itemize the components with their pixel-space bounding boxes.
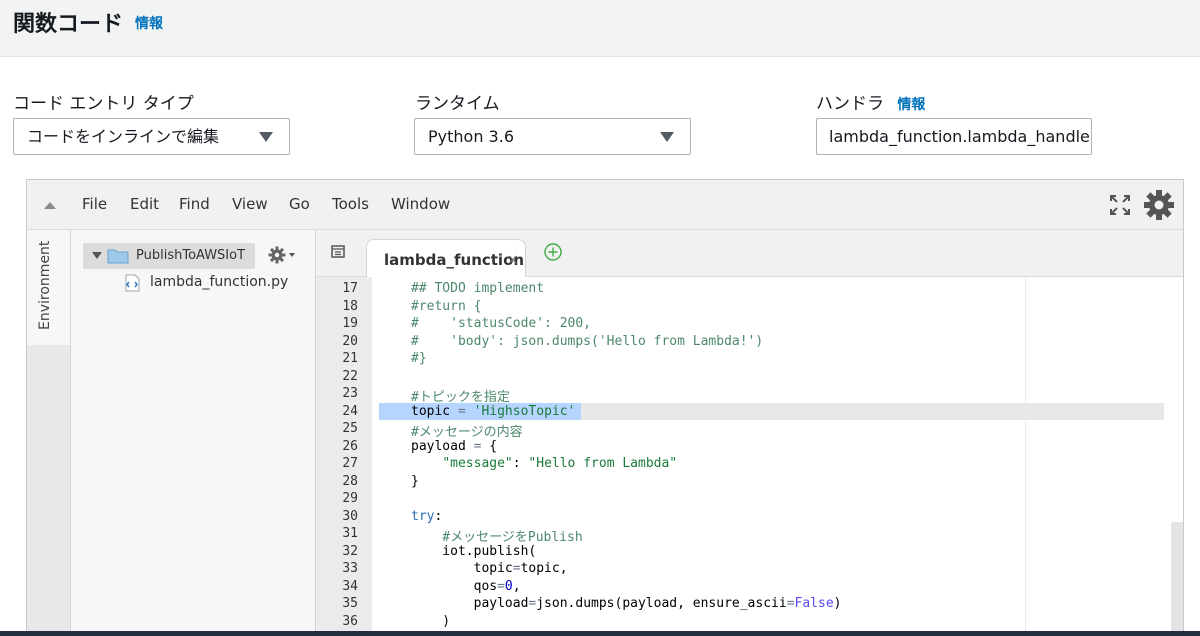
handler-input[interactable] — [816, 118, 1092, 155]
environment-tab[interactable]: Environment — [27, 230, 71, 345]
line-number: 36 — [342, 613, 358, 629]
handler-info-link[interactable]: 情報 — [897, 97, 925, 113]
line-number: 34 — [342, 578, 358, 594]
editor-area: lambda_function × 17 18 19 20 21 22 23 24 25 26 27… — [316, 230, 1183, 636]
handler-label-text: ハンドラ — [816, 94, 884, 114]
editor-tab-label: lambda_function — [384, 251, 525, 269]
menu-file[interactable]: File — [82, 195, 107, 213]
code-line[interactable]: topic = 'HighsoTopic' — [411, 404, 575, 419]
gear-icon[interactable] — [1143, 189, 1175, 221]
add-tab-icon[interactable] — [543, 242, 563, 262]
code-line[interactable]: # 'body': json.dumps('Hello from Lambda!… — [411, 334, 763, 349]
tree-root-label: PublishToAWSIoT — [136, 248, 246, 263]
tree-settings-gear-icon[interactable] — [268, 246, 286, 264]
line-number: 20 — [342, 333, 358, 349]
line-number: 32 — [342, 543, 358, 559]
code-line[interactable]: "message": "Hello from Lambda" — [411, 456, 677, 471]
code-line[interactable]: payload=json.dumps(payload, ensure_ascii… — [411, 596, 842, 611]
tab-close-icon[interactable]: × — [507, 252, 519, 268]
menu-view[interactable]: View — [232, 195, 268, 213]
editor-tab-lambda-function[interactable]: lambda_function × — [366, 239, 526, 278]
code-line[interactable]: # 'statusCode': 200, — [411, 316, 591, 331]
python-file-icon — [125, 274, 140, 292]
editor-tabbar: lambda_function × — [316, 230, 1183, 278]
code-line[interactable]: } — [411, 474, 419, 489]
section-header: 関数コード 情報 — [0, 0, 1200, 57]
code-entry-label: コード エントリ タイプ — [13, 94, 194, 114]
code-entry-value: コードをインラインで編集 — [27, 127, 220, 146]
runtime-value: Python 3.6 — [428, 127, 514, 146]
code-line[interactable]: ) — [411, 614, 450, 629]
line-number: 31 — [342, 526, 358, 541]
line-number: 28 — [342, 473, 358, 489]
code-line[interactable]: ## TODO implement — [411, 281, 544, 296]
bottom-bar — [0, 631, 1200, 636]
menu-tools[interactable]: Tools — [332, 195, 369, 213]
line-number: 22 — [342, 368, 358, 384]
line-number: 23 — [342, 386, 358, 401]
line-number: 30 — [342, 508, 358, 524]
menu-go[interactable]: Go — [289, 195, 310, 213]
line-number: 33 — [342, 561, 358, 576]
code-line[interactable]: #return { — [411, 299, 481, 314]
line-number: 26 — [342, 438, 358, 454]
page-title: 関数コード — [13, 12, 124, 37]
line-number: 24 — [342, 403, 358, 419]
tab-list-icon[interactable] — [330, 244, 346, 260]
file-tree: PublishToAWSIoT lambda_function.py — [71, 230, 316, 636]
line-number: 27 — [342, 456, 358, 471]
code-line[interactable]: qos=0, — [411, 579, 521, 594]
line-number: 21 — [342, 351, 358, 366]
fullscreen-icon[interactable] — [1109, 194, 1131, 216]
code-line[interactable]: #} — [411, 351, 427, 366]
cloud9-editor: File Edit Find View Go Tools Window Envi — [26, 179, 1184, 636]
menu-window[interactable]: Window — [391, 195, 450, 213]
line-number-gutter: 17 18 19 20 21 22 23 24 25 26 27 28 29 30 31 32 33 34 35 36 — [316, 277, 372, 636]
code-line[interactable]: iot.publish( — [411, 544, 536, 559]
code-line[interactable]: #メッセージの内容 — [411, 421, 523, 440]
print-margin — [1025, 277, 1026, 636]
dropdown-arrow-icon — [259, 132, 273, 142]
line-number: 17 — [342, 281, 358, 296]
dropdown-arrow-icon — [660, 132, 674, 142]
side-rail: Environment — [27, 230, 71, 636]
menu-edit[interactable]: Edit — [130, 195, 159, 213]
info-link[interactable]: 情報 — [135, 13, 163, 33]
line-number: 18 — [342, 298, 358, 314]
expand-triangle-icon[interactable] — [92, 252, 102, 259]
runtime-select[interactable]: Python 3.6 — [414, 118, 691, 155]
code-editor[interactable]: ## TODO implement #return { # 'statusCode'… — [372, 277, 1183, 636]
code-line[interactable]: #メッセージをPublish — [411, 526, 582, 545]
code-line[interactable]: payload = { — [411, 439, 497, 454]
tree-root-folder[interactable]: PublishToAWSIoT — [83, 243, 255, 269]
tree-file-label: lambda_function.py — [150, 274, 289, 290]
editor-scrollbar[interactable] — [1171, 522, 1183, 636]
line-number: 19 — [342, 316, 358, 331]
collapse-up-icon[interactable] — [44, 202, 56, 209]
code-line[interactable]: topic=topic, — [411, 561, 568, 576]
line-number: 29 — [342, 491, 358, 506]
code-line[interactable]: try: — [411, 509, 442, 524]
code-entry-select[interactable]: コードをインラインで編集 — [13, 118, 290, 155]
line-number: 25 — [342, 421, 358, 436]
runtime-label: ランタイム — [415, 94, 500, 114]
ide-menubar: File Edit Find View Go Tools Window — [27, 180, 1183, 230]
tree-settings-caret-icon[interactable] — [289, 253, 295, 257]
folder-icon — [107, 249, 129, 264]
handler-label: ハンドラ 情報 — [816, 89, 925, 114]
menu-find[interactable]: Find — [179, 195, 210, 213]
line-number: 35 — [342, 596, 358, 611]
environment-tab-label: Environment — [37, 240, 53, 330]
